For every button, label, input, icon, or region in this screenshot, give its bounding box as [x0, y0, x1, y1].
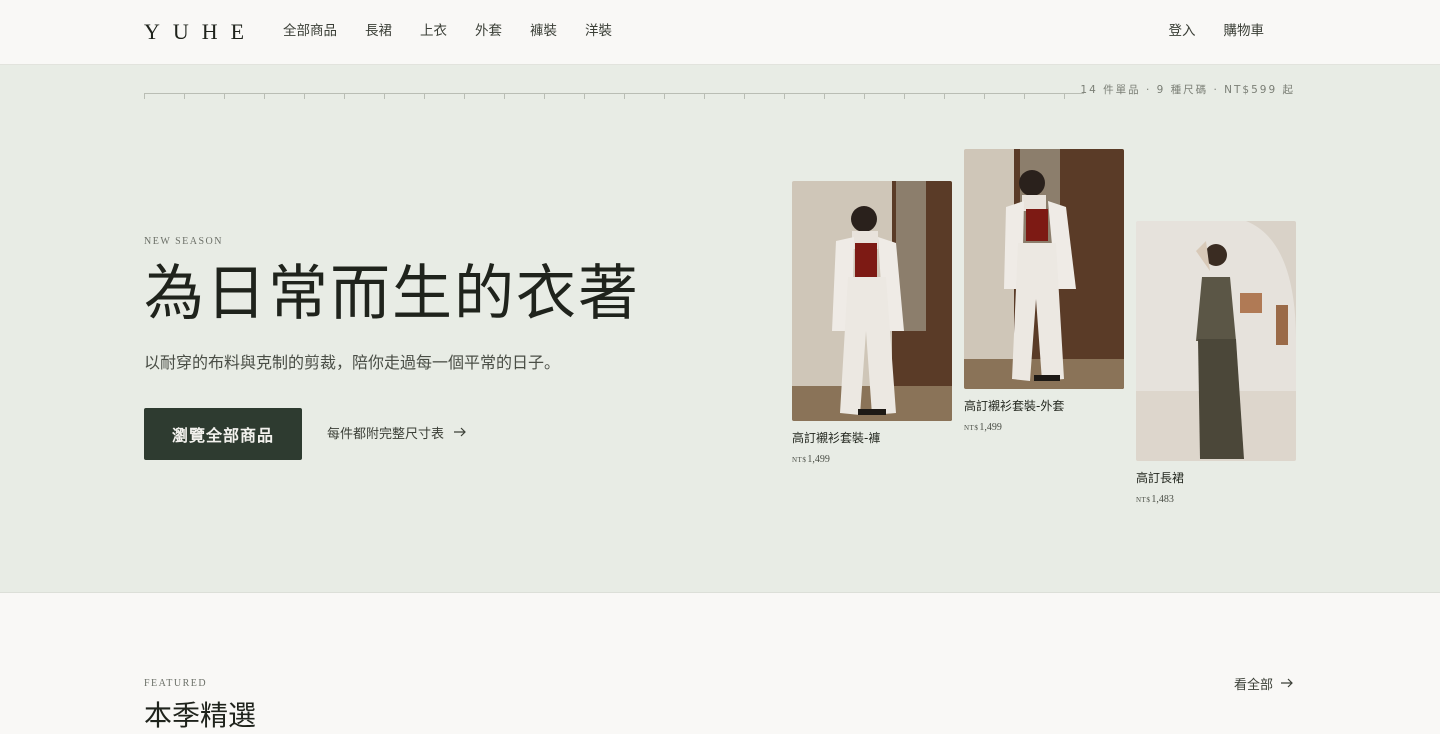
logo[interactable]: YUHE: [144, 19, 257, 45]
price-currency: NT$: [964, 424, 979, 432]
arrow-right-icon: [454, 426, 467, 440]
product-price: NT$1,483: [1136, 494, 1296, 505]
size-chart-link[interactable]: 每件都附完整尺寸表: [327, 423, 467, 442]
product-name: 高訂襯衫套裝-褲: [792, 431, 881, 445]
browse-all-button[interactable]: 瀏覽全部商品: [144, 408, 302, 460]
product-card[interactable]: 高訂襯衫套裝-外套 NT$1,499: [964, 149, 1124, 433]
decorative-ruler: [144, 93, 1084, 99]
arrow-right-icon: [1281, 677, 1294, 691]
nav-item-long-skirts[interactable]: 長裙: [365, 22, 392, 40]
product-card[interactable]: 高訂襯衫套裝-褲 NT$1,499: [792, 181, 952, 465]
nav-item-all[interactable]: 全部商品: [283, 22, 337, 40]
price-currency: NT$: [1136, 496, 1151, 504]
hero-subline: 以耐穿的布料與克制的剪裁，陪你走過每一個平常的日子。: [144, 353, 561, 372]
price-value: 1,483: [1151, 494, 1174, 505]
price-value: 1,499: [807, 454, 830, 465]
view-all-label: 看全部: [1233, 678, 1273, 693]
site-header: YUHE 全部商品 長裙 上衣 外套 褲裝 洋裝 登入 購物車: [0, 0, 1440, 65]
product-card[interactable]: 高訂長裙 NT$1,483: [1136, 221, 1296, 505]
nav-item-dresses[interactable]: 洋裝: [585, 22, 612, 40]
nav-item-pants[interactable]: 褲裝: [530, 22, 557, 40]
price-currency: NT$: [792, 456, 807, 464]
product-name: 高訂襯衫套裝-外套: [964, 399, 1065, 413]
cart-link[interactable]: 購物車: [1224, 22, 1265, 40]
product-image: [1136, 221, 1296, 461]
product-price: NT$1,499: [792, 454, 952, 465]
nav-item-tops[interactable]: 上衣: [420, 22, 447, 40]
product-image: [792, 181, 952, 421]
product-name: 高訂長裙: [1136, 471, 1185, 485]
nav-item-outerwear[interactable]: 外套: [475, 22, 502, 40]
featured-eyebrow: FEATURED: [144, 678, 208, 689]
size-chart-label: 每件都附完整尺寸表: [327, 427, 445, 442]
login-link[interactable]: 登入: [1169, 22, 1196, 40]
featured-title: 本季精選: [144, 699, 257, 732]
product-image: [964, 149, 1124, 389]
hero-eyebrow: NEW SEASON: [144, 236, 223, 247]
hero-headline: 為日常而生的衣著: [144, 259, 640, 329]
price-value: 1,499: [979, 422, 1002, 433]
catalog-stats: 14 件單品 · 9 種尺碼 · NT$599 起: [1080, 84, 1295, 96]
main-nav: 全部商品 長裙 上衣 外套 褲裝 洋裝: [283, 22, 612, 40]
view-all-link[interactable]: 看全部: [1234, 674, 1294, 693]
product-price: NT$1,499: [964, 422, 1124, 433]
hero-section: 14 件單品 · 9 種尺碼 · NT$599 起 NEW SEASON 為日常…: [0, 65, 1440, 593]
account-links: 登入 購物車: [1169, 22, 1265, 40]
